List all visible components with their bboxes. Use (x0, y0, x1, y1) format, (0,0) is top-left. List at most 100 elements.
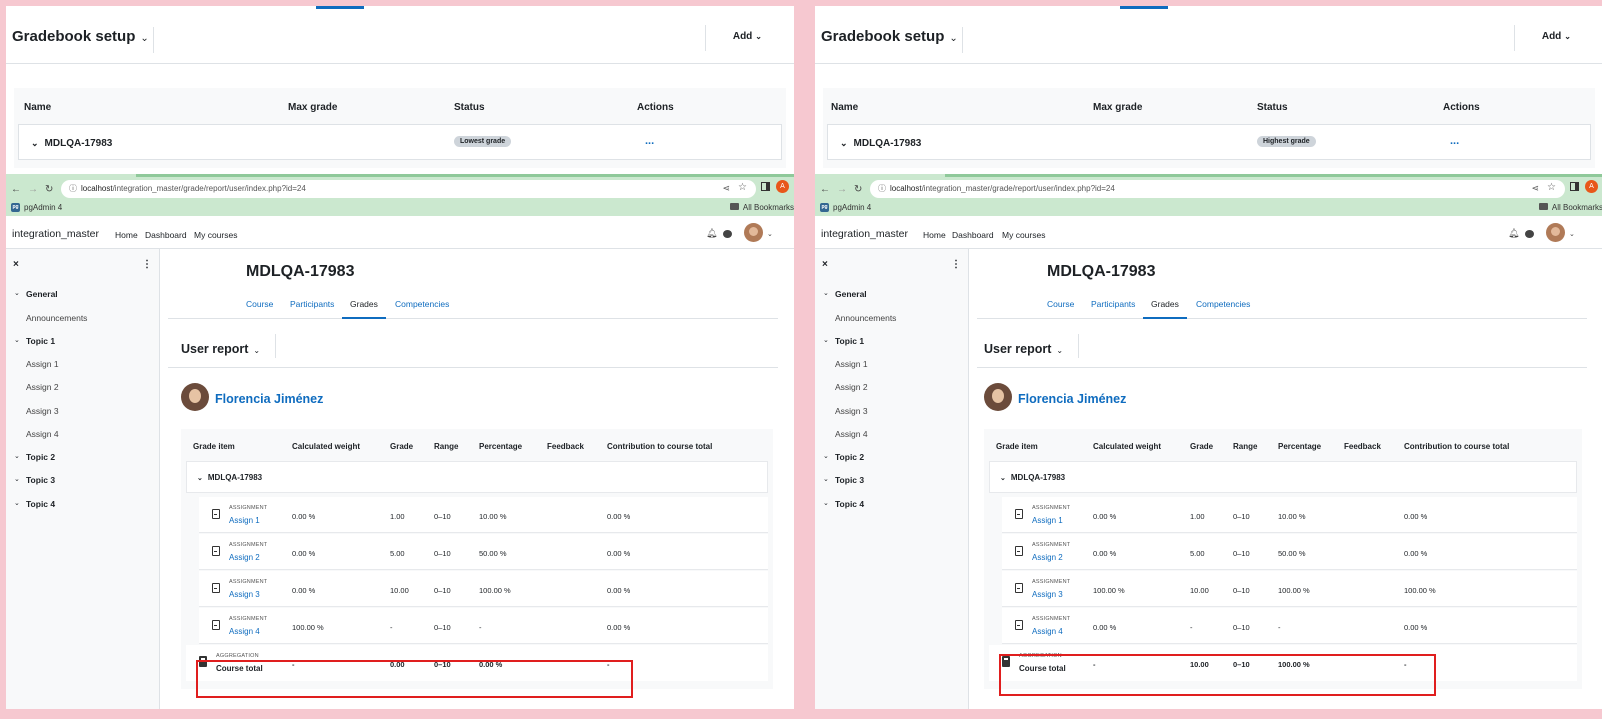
tab-course[interactable]: Course (246, 299, 273, 309)
student-name-link[interactable]: Florencia Jiménez (215, 392, 323, 406)
site-info-icon[interactable]: ⓘ (69, 183, 77, 194)
close-drawer-icon[interactable]: × (822, 259, 828, 270)
site-info-icon[interactable]: ⓘ (878, 183, 886, 194)
tab-grades[interactable]: Grades (1151, 299, 1179, 309)
grade-item-link[interactable]: Assign 4 (1032, 627, 1063, 636)
back-icon[interactable]: ← (820, 184, 830, 195)
activity-assign-2[interactable]: Assign 2 (835, 382, 868, 392)
site-name[interactable]: integration_master (12, 228, 99, 240)
user-report-dropdown[interactable]: User report ⌄ (984, 342, 1063, 356)
section-topic-3[interactable]: ⌄ Topic 3 (823, 475, 864, 485)
section-topic-1[interactable]: ⌄ Topic 1 (14, 336, 55, 346)
side-panel-icon[interactable] (1570, 182, 1579, 191)
section-topic-4[interactable]: ⌄ Topic 4 (14, 499, 55, 509)
messages-icon[interactable] (1525, 230, 1534, 238)
category-toggle[interactable]: ⌄ MDLQA-17983 (31, 138, 112, 149)
gradebook-title-dropdown[interactable]: Gradebook setup ⌄ (12, 28, 149, 45)
user-avatar[interactable] (1546, 223, 1565, 242)
section-topic-2[interactable]: ⌄ Topic 2 (14, 452, 55, 462)
section-topic-3[interactable]: ⌄ Topic 3 (14, 475, 55, 485)
grade-item-link[interactable]: Assign 2 (229, 553, 260, 562)
tab-strip-edge (945, 174, 1602, 177)
section-general[interactable]: ⌄ General (823, 289, 867, 299)
share-icon[interactable]: ⋖ (1531, 183, 1539, 194)
back-icon[interactable]: ← (11, 184, 21, 195)
nav-my-courses[interactable]: My courses (1002, 230, 1045, 240)
drawer-options-icon[interactable]: ⋮ (142, 259, 152, 270)
activity-assign-2[interactable]: Assign 2 (26, 382, 59, 392)
activity-announcements[interactable]: Announcements (835, 313, 896, 323)
site-name[interactable]: integration_master (821, 228, 908, 240)
notification-bell-icon[interactable]: 🔔︎ (706, 228, 717, 239)
profile-avatar-icon[interactable]: A (776, 180, 789, 193)
add-button[interactable]: Add ⌄ (1542, 31, 1571, 42)
chevron-down-icon[interactable]: ⌄ (767, 230, 773, 238)
grade-item-link[interactable]: Assign 4 (229, 627, 260, 636)
section-topic-4[interactable]: ⌄ Topic 4 (823, 499, 864, 509)
user-report-dropdown[interactable]: User report ⌄ (181, 342, 260, 356)
activity-announcements[interactable]: Announcements (26, 313, 87, 323)
messages-icon[interactable] (723, 230, 732, 238)
drawer-options-icon[interactable]: ⋮ (951, 259, 961, 270)
nav-dashboard[interactable]: Dashboard (952, 230, 994, 240)
activity-assign-3[interactable]: Assign 3 (26, 406, 59, 416)
bookmark-pgadmin[interactable]: pgAdmin 4 (833, 203, 871, 212)
share-icon[interactable]: ⋖ (722, 183, 730, 194)
activity-assign-3[interactable]: Assign 3 (835, 406, 868, 416)
activity-assign-4[interactable]: Assign 4 (835, 429, 868, 439)
forward-icon[interactable]: → (837, 184, 847, 195)
section-topic-1[interactable]: ⌄ Topic 1 (823, 336, 864, 346)
tab-course[interactable]: Course (1047, 299, 1074, 309)
grade-item-link[interactable]: Assign 3 (229, 590, 260, 599)
activity-assign-1[interactable]: Assign 1 (26, 359, 59, 369)
gradebook-title-dropdown[interactable]: Gradebook setup ⌄ (821, 28, 958, 45)
side-panel-icon[interactable] (761, 182, 770, 191)
address-bar[interactable]: ⓘ localhost/integration_master/grade/rep… (61, 180, 756, 198)
grade-item-link[interactable]: Assign 2 (1032, 553, 1063, 562)
all-bookmarks-button[interactable]: All Bookmarks (1538, 203, 1602, 212)
activity-assign-4[interactable]: Assign 4 (26, 429, 59, 439)
forward-icon[interactable]: → (28, 184, 38, 195)
activity-assign-1[interactable]: Assign 1 (835, 359, 868, 369)
grade-item-link[interactable]: Assign 1 (1032, 516, 1063, 525)
student-name-link[interactable]: Florencia Jiménez (1018, 392, 1126, 406)
chevron-down-icon[interactable]: ⌄ (1569, 230, 1575, 238)
grade-item-link[interactable]: Assign 1 (229, 516, 260, 525)
assignment-icon (1015, 546, 1023, 556)
bookmark-pgadmin[interactable]: pgAdmin 4 (24, 203, 62, 212)
nav-home[interactable]: Home (923, 230, 946, 240)
grade-item-link[interactable]: Assign 3 (1032, 590, 1063, 599)
tab-competencies[interactable]: Competencies (1196, 299, 1250, 309)
percentage-cell: 10.00 % (1278, 512, 1306, 521)
browser-toolbar: ← → ↻ ⓘ localhost/integration_master/gra… (815, 174, 1602, 216)
reload-icon[interactable]: ↻ (45, 184, 53, 195)
add-button[interactable]: Add ⌄ (733, 31, 762, 42)
chevron-down-icon: ⌄ (140, 33, 149, 44)
tab-competencies[interactable]: Competencies (395, 299, 449, 309)
bookmark-star-icon[interactable]: ☆ (738, 182, 747, 193)
user-avatar[interactable] (744, 223, 763, 242)
notification-bell-icon[interactable]: 🔔︎ (1508, 228, 1519, 239)
divider (977, 367, 1587, 368)
section-topic-2[interactable]: ⌄ Topic 2 (823, 452, 864, 462)
category-toggle[interactable]: ⌄ MDLQA-17983 (197, 473, 262, 482)
close-drawer-icon[interactable]: × (13, 259, 19, 270)
tab-participants[interactable]: Participants (290, 299, 334, 309)
active-tab-indicator (1143, 317, 1187, 319)
range-cell: 0–10 (434, 586, 451, 595)
category-toggle[interactable]: ⌄ MDLQA-17983 (840, 138, 921, 149)
nav-dashboard[interactable]: Dashboard (145, 230, 187, 240)
all-bookmarks-button[interactable]: All Bookmarks (729, 203, 794, 212)
tab-participants[interactable]: Participants (1091, 299, 1135, 309)
actions-menu-icon[interactable]: ... (645, 135, 654, 147)
reload-icon[interactable]: ↻ (854, 184, 862, 195)
nav-my-courses[interactable]: My courses (194, 230, 237, 240)
profile-avatar-icon[interactable]: A (1585, 180, 1598, 193)
address-bar[interactable]: ⓘ localhost/integration_master/grade/rep… (870, 180, 1565, 198)
nav-home[interactable]: Home (115, 230, 138, 240)
tab-grades[interactable]: Grades (350, 299, 378, 309)
bookmark-star-icon[interactable]: ☆ (1547, 182, 1556, 193)
section-general[interactable]: ⌄ General (14, 289, 58, 299)
actions-menu-icon[interactable]: ... (1450, 135, 1459, 147)
category-toggle[interactable]: ⌄ MDLQA-17983 (1000, 473, 1065, 482)
